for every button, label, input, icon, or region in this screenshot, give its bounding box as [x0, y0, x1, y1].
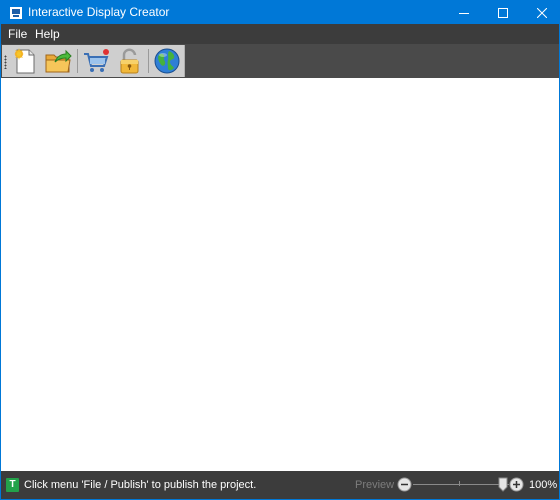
window-title: Interactive Display Creator [28, 5, 170, 19]
toolbar-strip [1, 44, 559, 78]
open-folder-icon [45, 49, 72, 73]
minimize-icon [459, 12, 469, 14]
zoom-in-icon[interactable] [509, 477, 524, 492]
toolbar-separator [148, 49, 149, 73]
new-project-icon [14, 48, 35, 74]
minimize-button[interactable] [447, 1, 481, 24]
menu-bar: File Help [1, 24, 559, 44]
unlock-button[interactable] [114, 46, 144, 76]
open-button[interactable] [43, 46, 73, 76]
zoom-level: 100% [529, 479, 558, 491]
maximize-button[interactable] [486, 1, 520, 24]
zoom-slider-thumb[interactable] [498, 477, 508, 492]
padlock-icon [120, 48, 139, 74]
preview-label: Preview [355, 479, 395, 491]
globe-icon [154, 48, 180, 74]
canvas-area[interactable] [1, 78, 559, 471]
maximize-icon [498, 7, 508, 18]
toolbar-separator [77, 49, 78, 73]
close-button[interactable] [525, 1, 559, 24]
title-bar[interactable]: Interactive Display Creator [1, 1, 559, 24]
shopping-cart-icon [84, 49, 109, 72]
toolbar-grip[interactable] [4, 55, 7, 69]
app-window: Interactive Display Creator File Help T … [0, 0, 560, 500]
status-info-icon: T [6, 478, 19, 492]
buy-button[interactable] [81, 46, 111, 76]
zoom-slider-tick [459, 481, 460, 486]
zoom-slider-track[interactable] [413, 484, 509, 485]
zoom-out-icon[interactable] [397, 477, 412, 492]
app-icon [10, 7, 22, 19]
new-project-button[interactable] [10, 46, 40, 76]
toolbar [2, 45, 185, 77]
menu-file[interactable]: File [8, 27, 27, 41]
status-bar: T Click menu 'File / Publish' to publish… [1, 471, 559, 499]
close-icon [537, 7, 547, 18]
website-button[interactable] [152, 46, 182, 76]
status-message: Click menu 'File / Publish' to publish t… [24, 479, 257, 491]
menu-help[interactable]: Help [35, 27, 60, 41]
